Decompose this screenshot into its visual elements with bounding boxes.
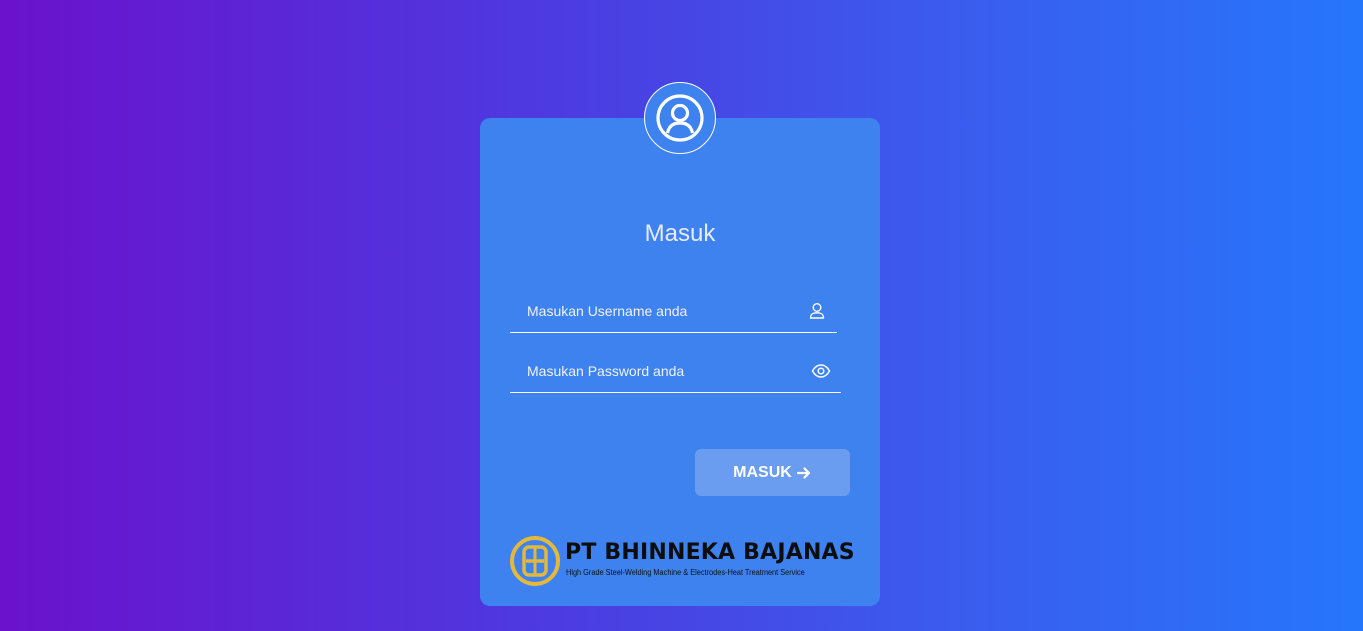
company-emblem-icon	[510, 536, 560, 586]
company-logo: PT BHINNEKA BAJANAS High Grade Steel-Wel…	[510, 536, 855, 588]
company-tagline: High Grade Steel-Welding Machine & Elect…	[566, 568, 805, 577]
login-button[interactable]: MASUK	[695, 449, 850, 496]
eye-icon[interactable]	[811, 361, 831, 381]
username-input[interactable]	[510, 292, 807, 330]
login-page: { "colors": { "gradient_start": "#6a12cc…	[0, 0, 1363, 631]
login-button-label: MASUK	[733, 463, 792, 481]
user-icon	[809, 303, 825, 319]
password-field	[510, 352, 841, 393]
arrow-right-icon	[796, 466, 810, 479]
login-title: Masuk	[644, 220, 716, 247]
login-card: Masuk MASUK PT BHINNEKA BAJANAS High Gra…	[480, 118, 880, 606]
avatar	[644, 82, 716, 154]
username-field	[510, 292, 837, 333]
password-input[interactable]	[510, 352, 807, 390]
company-name: PT BHINNEKA BAJANAS	[565, 540, 855, 565]
user-circle-icon	[656, 94, 704, 142]
